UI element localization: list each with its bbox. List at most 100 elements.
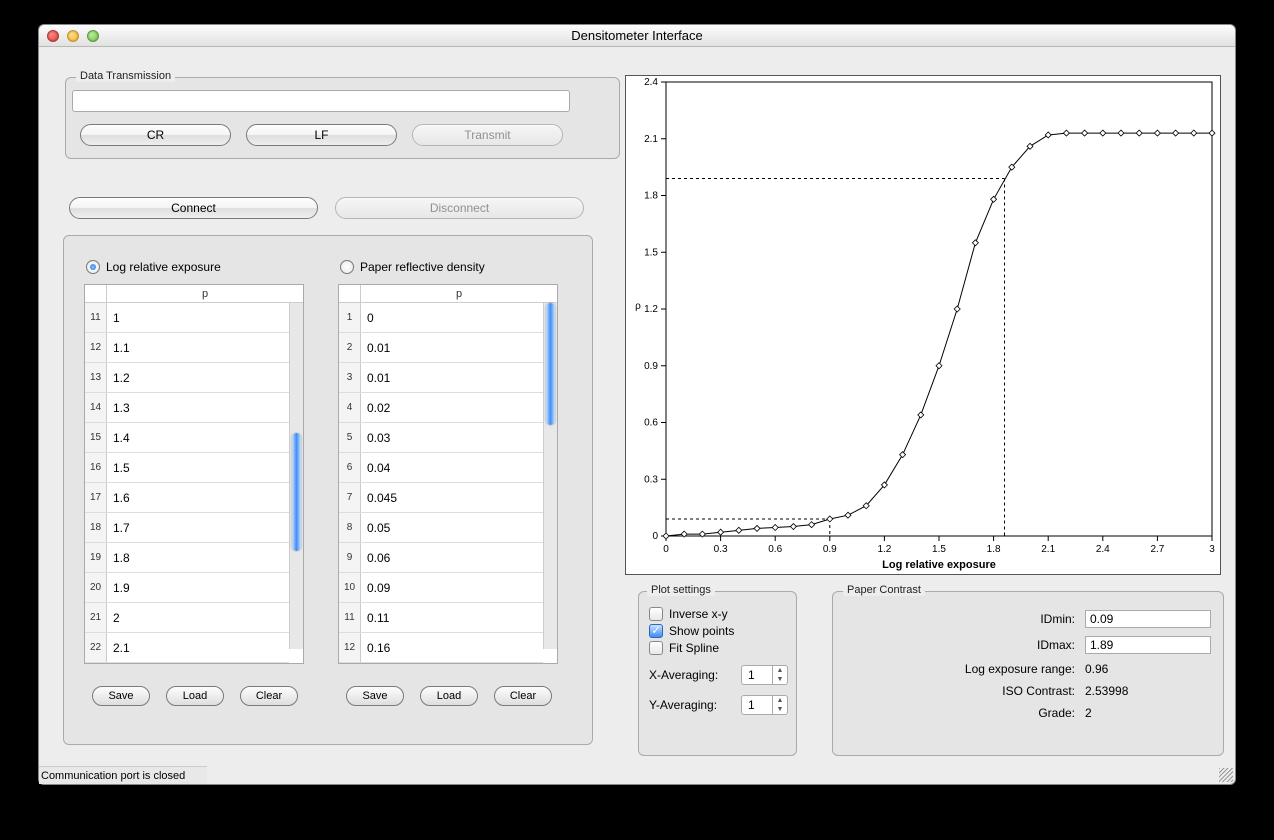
table-row[interactable]: 80.05 xyxy=(339,513,543,543)
chevron-up-icon[interactable]: ▲ xyxy=(773,696,787,705)
clear-button[interactable]: Clear xyxy=(240,686,298,706)
svg-text:1.8: 1.8 xyxy=(644,191,658,202)
close-icon[interactable] xyxy=(47,30,59,42)
zoom-icon[interactable] xyxy=(87,30,99,42)
row-number: 13 xyxy=(85,363,107,392)
table-row[interactable]: 30.01 xyxy=(339,363,543,393)
table-row[interactable]: 131.2 xyxy=(85,363,289,393)
table-cell[interactable]: 1.1 xyxy=(107,333,289,362)
row-number: 8 xyxy=(339,513,361,542)
table-row[interactable]: 50.03 xyxy=(339,423,543,453)
table-row[interactable]: 191.8 xyxy=(85,543,289,573)
titlebar: Densitometer Interface xyxy=(39,25,1235,47)
scrollbar[interactable] xyxy=(289,303,303,649)
row-number: 20 xyxy=(85,573,107,602)
svg-text:0: 0 xyxy=(652,531,658,542)
lf-button[interactable]: LF xyxy=(246,124,397,146)
table-row[interactable]: 161.5 xyxy=(85,453,289,483)
table-cell[interactable]: 0.05 xyxy=(361,513,543,542)
table-cell[interactable]: 0.02 xyxy=(361,393,543,422)
table-row[interactable]: 212 xyxy=(85,603,289,633)
table-cell[interactable]: 0.09 xyxy=(361,573,543,602)
table-row[interactable]: 201.9 xyxy=(85,573,289,603)
chevron-down-icon[interactable]: ▼ xyxy=(773,705,787,714)
table-cell[interactable]: 2 xyxy=(107,603,289,632)
idmin-field[interactable]: 0.09 xyxy=(1085,610,1211,628)
table-cell[interactable]: 1.8 xyxy=(107,543,289,572)
table-cell[interactable]: 0.03 xyxy=(361,423,543,452)
checkbox-show-points[interactable]: Show points xyxy=(649,624,788,638)
iso-contrast-label: ISO Contrast: xyxy=(855,684,1075,698)
table-row[interactable]: 100.09 xyxy=(339,573,543,603)
table-cell[interactable]: 0.04 xyxy=(361,453,543,482)
table-cell[interactable]: 0.16 xyxy=(361,633,543,662)
idmax-field[interactable]: 1.89 xyxy=(1085,636,1211,654)
minimize-icon[interactable] xyxy=(67,30,79,42)
table-cell[interactable]: 0.045 xyxy=(361,483,543,512)
svg-text:0.9: 0.9 xyxy=(823,544,837,555)
table-cell[interactable]: 2.1 xyxy=(107,633,289,662)
table-cell[interactable]: 1.4 xyxy=(107,423,289,452)
table-row[interactable]: 151.4 xyxy=(85,423,289,453)
radio-log-exposure[interactable]: Log relative exposure xyxy=(86,260,221,274)
transmission-input[interactable] xyxy=(72,90,570,112)
chevron-up-icon[interactable]: ▲ xyxy=(773,666,787,675)
table-row[interactable]: 121.1 xyxy=(85,333,289,363)
table-row[interactable]: 171.6 xyxy=(85,483,289,513)
table-cell[interactable]: 1 xyxy=(107,303,289,332)
save-button[interactable]: Save xyxy=(346,686,404,706)
table-cell[interactable]: 1.9 xyxy=(107,573,289,602)
table-row[interactable]: 222.1 xyxy=(85,633,289,663)
checkbox-fit-spline[interactable]: Fit Spline xyxy=(649,641,788,655)
load-button[interactable]: Load xyxy=(166,686,224,706)
table-cell[interactable]: 1.5 xyxy=(107,453,289,482)
table-row[interactable]: 111 xyxy=(85,303,289,333)
table-cell[interactable]: 0.01 xyxy=(361,333,543,362)
x-averaging-stepper[interactable]: 1 ▲▼ xyxy=(741,665,788,685)
plot-settings-group: Plot settings Inverse x-y Show points Fi… xyxy=(638,591,797,756)
table-row[interactable]: 90.06 xyxy=(339,543,543,573)
table-cell[interactable]: 0 xyxy=(361,303,543,332)
cr-button[interactable]: CR xyxy=(80,124,231,146)
table-cell[interactable]: 0.11 xyxy=(361,603,543,632)
table-row[interactable]: 110.11 xyxy=(339,603,543,633)
plot-settings-legend: Plot settings xyxy=(647,584,715,596)
table-row[interactable]: 40.02 xyxy=(339,393,543,423)
table-cell[interactable]: 1.2 xyxy=(107,363,289,392)
scrollbar-thumb[interactable] xyxy=(292,433,301,551)
save-button[interactable]: Save xyxy=(92,686,150,706)
y-averaging-stepper[interactable]: 1 ▲▼ xyxy=(741,695,788,715)
table-log-exposure[interactable]: p 111121.1131.2141.3151.4161.5171.6181.7… xyxy=(84,284,304,664)
clear-button[interactable]: Clear xyxy=(494,686,552,706)
chart: 00.30.60.91.21.51.82.12.42.7300.30.60.91… xyxy=(625,75,1221,578)
scrollbar-thumb[interactable] xyxy=(546,303,555,425)
table-row[interactable]: 60.04 xyxy=(339,453,543,483)
table-row[interactable]: 10 xyxy=(339,303,543,333)
table-row[interactable]: 20.01 xyxy=(339,333,543,363)
resize-grip-icon[interactable] xyxy=(1219,768,1233,782)
connect-button[interactable]: Connect xyxy=(69,197,318,219)
load-button[interactable]: Load xyxy=(420,686,478,706)
svg-text:0.3: 0.3 xyxy=(714,544,728,555)
table-cell[interactable]: 0.01 xyxy=(361,363,543,392)
checkbox-inverse-xy[interactable]: Inverse x-y xyxy=(649,607,788,621)
chevron-down-icon[interactable]: ▼ xyxy=(773,675,787,684)
scrollbar[interactable] xyxy=(543,303,557,649)
table-cell[interactable]: 0.06 xyxy=(361,543,543,572)
table-row[interactable]: 120.16 xyxy=(339,633,543,663)
svg-text:0: 0 xyxy=(663,544,669,555)
svg-text:ρ: ρ xyxy=(635,301,641,312)
disconnect-button[interactable]: Disconnect xyxy=(335,197,584,219)
table-row[interactable]: 181.7 xyxy=(85,513,289,543)
table-cell[interactable]: 1.3 xyxy=(107,393,289,422)
table-paper-density[interactable]: p 1020.0130.0140.0250.0360.0470.04580.05… xyxy=(338,284,558,664)
table-row[interactable]: 141.3 xyxy=(85,393,289,423)
transmit-button[interactable]: Transmit xyxy=(412,124,563,146)
table-row[interactable]: 70.045 xyxy=(339,483,543,513)
row-number: 21 xyxy=(85,603,107,632)
table-cell[interactable]: 1.7 xyxy=(107,513,289,542)
table-cell[interactable]: 1.6 xyxy=(107,483,289,512)
radio-icon xyxy=(86,260,100,274)
radio-paper-density[interactable]: Paper reflective density xyxy=(340,260,485,274)
row-number: 11 xyxy=(85,303,107,332)
